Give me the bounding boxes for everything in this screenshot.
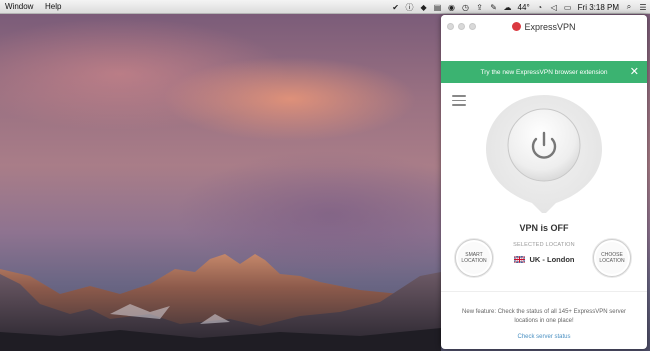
expressvpn-window: ExpressVPN Try the new ExpressVPN browse… (441, 15, 647, 349)
battery-icon[interactable]: ▭ (563, 3, 573, 12)
menu-bar: Window Help ✔ ⓘ ◆ ▤ ◉ ◷ ⇪ ✎ ☁ 44° ◔ ◁ ▭ … (0, 0, 650, 14)
selected-location-name: UK - London (529, 255, 575, 264)
search-icon[interactable]: ⌕ (624, 2, 634, 12)
status-area: ✔ ⓘ ◆ ▤ ◉ ◷ ⇪ ✎ ☁ 44° ◔ ◁ ▭ Fri 3:18 PM … (389, 0, 650, 14)
expressvpn-logo-icon (512, 22, 522, 31)
shield-icon[interactable]: ◉ (447, 3, 457, 12)
menu-window[interactable]: Window (5, 2, 33, 11)
footer-divider (441, 291, 647, 292)
clock-icon[interactable]: ◷ (461, 3, 471, 12)
dropbox-icon[interactable]: ◆ (419, 3, 429, 12)
clock-text[interactable]: Fri 3:18 PM (578, 3, 619, 12)
brand-header: ExpressVPN (441, 22, 647, 32)
hamburger-menu-icon[interactable] (452, 95, 466, 106)
banner-text[interactable]: Try the new ExpressVPN browser extension (481, 69, 608, 76)
archive-icon[interactable]: ▤ (433, 3, 443, 12)
banner-close-icon[interactable]: ✕ (630, 65, 639, 78)
script-icon[interactable]: ✎ (489, 3, 499, 12)
upload-icon[interactable]: ⇪ (475, 3, 485, 12)
vpn-status-text: VPN is OFF (519, 223, 569, 233)
uk-flag-icon (513, 256, 525, 263)
check-server-status-link[interactable]: Check server status (441, 334, 647, 340)
info-icon[interactable]: ⓘ (405, 3, 415, 12)
selected-location[interactable]: UK - London (441, 255, 647, 264)
notification-center-icon[interactable]: ☰ (638, 3, 648, 12)
new-feature-text: New feature: Check the status of all 145… (462, 309, 626, 324)
brand-name: ExpressVPN (524, 22, 576, 32)
volume-icon[interactable]: ◁ (549, 3, 559, 12)
menu-help[interactable]: Help (45, 2, 61, 11)
window-titlebar[interactable]: ExpressVPN (441, 15, 647, 42)
wifi-icon[interactable]: ◔ (535, 3, 545, 12)
vpn-check-icon[interactable]: ✔ (391, 3, 401, 12)
extension-banner[interactable]: Try the new ExpressVPN browser extension… (441, 61, 647, 83)
selected-location-label: SELECTED LOCATION (513, 242, 575, 248)
power-button[interactable] (484, 93, 604, 213)
weather-icon[interactable]: ☁ (503, 3, 513, 12)
temperature-text[interactable]: 44° (518, 3, 530, 12)
